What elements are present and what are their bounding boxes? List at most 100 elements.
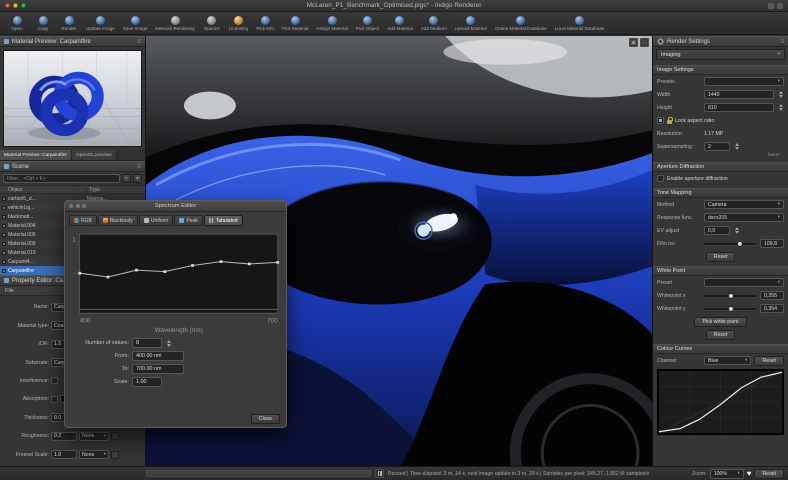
panel-menu-icon[interactable]: ≡ xyxy=(137,39,141,45)
num-values-field[interactable]: 8 xyxy=(132,338,162,348)
expand-panel-icon[interactable]: □ xyxy=(640,38,649,47)
minimize-window-button[interactable] xyxy=(13,3,18,8)
tonemap-reset-button[interactable]: Reset xyxy=(706,252,736,262)
pause-button[interactable] xyxy=(375,469,384,478)
whitepoint-preset-select[interactable]: ▾ xyxy=(704,278,784,287)
scene-filter-input[interactable]: Filter... <Ctrl + F> xyxy=(3,174,120,183)
toolbar-local-material-database[interactable]: Local Material Database xyxy=(551,12,609,34)
texture-map-button[interactable] xyxy=(111,451,119,459)
tab-rgb[interactable]: RGB xyxy=(69,215,97,226)
toolbar-online-material-database[interactable]: Online Material Database xyxy=(491,12,551,34)
film-iso-slider[interactable] xyxy=(704,239,757,249)
toolbar-add-material[interactable]: Add Material xyxy=(383,12,417,34)
close-button[interactable]: Close xyxy=(251,414,280,424)
lock-aspect-checkbox[interactable] xyxy=(657,117,664,124)
fresnel-scale-field[interactable]: 1.0 xyxy=(51,450,77,459)
dialog-titlebar[interactable]: Spectrum Editor xyxy=(65,201,286,212)
supersampling-stepper[interactable] xyxy=(733,142,740,152)
zoom-reset-button[interactable]: Reset xyxy=(754,469,784,479)
titlebar-status-icons xyxy=(768,3,783,9)
method-label: Method xyxy=(657,202,701,208)
maximize-window-button[interactable] xyxy=(21,3,26,8)
panel-menu-icon[interactable]: ≡ xyxy=(137,164,141,170)
property-row: Fresnel Scale: 1.0 None ▾ xyxy=(3,448,142,461)
tab-blackbody[interactable]: Blackbody xyxy=(98,215,138,226)
whitepoint-preset-label: Preset xyxy=(657,280,701,286)
chevron-down-icon: ▾ xyxy=(776,202,780,207)
film-iso-value[interactable]: 109,8 xyxy=(760,239,784,248)
filter-clear-button[interactable]: × xyxy=(122,174,131,183)
tab-material-preview[interactable]: Material Preview: Carpaintfire xyxy=(0,150,72,160)
zoom-label: Zoom: xyxy=(692,471,707,477)
to-field[interactable]: 700.00 nm xyxy=(132,364,184,374)
from-field[interactable]: 400.00 nm xyxy=(132,351,184,361)
zoom-value: 100% xyxy=(714,471,727,477)
colour-curve-graph[interactable] xyxy=(657,369,784,435)
method-select[interactable]: Camera ▾ xyxy=(704,200,784,209)
toolbar-network-rendering[interactable]: Network Rendering xyxy=(151,12,198,34)
toolbar-upload-material[interactable]: Upload Material xyxy=(451,12,491,34)
curves-reset-button[interactable]: Reset xyxy=(754,356,784,366)
response-func-select[interactable]: dscs315 ▾ xyxy=(704,213,784,222)
fresnel-mode-select[interactable]: None ▾ xyxy=(79,450,109,459)
toolbar-save-image[interactable]: Save Image xyxy=(119,12,152,34)
dialog-close-icon[interactable] xyxy=(69,204,73,208)
width-stepper[interactable] xyxy=(777,90,784,100)
spectrum-graph[interactable]: 1 400 700 Wavelength (nm) xyxy=(69,230,282,334)
supersampling-field[interactable]: 2 xyxy=(704,142,730,151)
pick-white-point-button[interactable]: Pick white point xyxy=(694,317,746,327)
dock-panel-icon[interactable]: ▣ xyxy=(629,38,638,47)
whitepoint-y-value[interactable]: 0,354 xyxy=(760,304,784,313)
enable-aperture-checkbox[interactable] xyxy=(657,175,664,182)
settings-mode-select[interactable]: Imaging ▾ xyxy=(656,49,785,60)
whitepoint-x-slider[interactable] xyxy=(704,291,757,301)
filter-options-button[interactable]: ▾ xyxy=(133,174,142,183)
height-stepper[interactable] xyxy=(777,103,784,113)
width-field[interactable]: 1440 xyxy=(704,90,774,99)
toolbar-copy[interactable]: Copy xyxy=(30,12,56,34)
absorption-checkbox[interactable] xyxy=(51,396,58,403)
tab-tabulated[interactable]: Tabulated xyxy=(204,215,243,226)
toolbar-open[interactable]: Open xyxy=(4,12,30,34)
toolbar-options[interactable]: Options xyxy=(199,12,225,34)
tab-uniform[interactable]: Uniform xyxy=(139,215,174,226)
column-type[interactable]: Type xyxy=(86,187,145,193)
roughness-field[interactable]: 0.2 xyxy=(51,432,77,441)
whitepoint-y-slider[interactable] xyxy=(704,304,757,314)
toolbar-add-medium[interactable]: Add Medium xyxy=(417,12,451,34)
height-field[interactable]: 810 xyxy=(704,103,774,112)
open-icon xyxy=(13,16,22,25)
whitepoint-x-value[interactable]: 0,355 xyxy=(760,291,784,300)
toolbar-render[interactable]: Render xyxy=(56,12,82,34)
interference-checkbox[interactable] xyxy=(51,377,58,384)
section-image-settings: Image Settings xyxy=(653,65,788,75)
toolbar-update-image[interactable]: Update Image xyxy=(82,12,119,34)
toolbar-licensing[interactable]: Licensing xyxy=(225,12,252,34)
ev-adjust-field[interactable]: 0,0 xyxy=(704,226,730,235)
roughness-mode-select[interactable]: None ▾ xyxy=(79,432,109,441)
supersampling-label: Supersampling: xyxy=(657,144,701,150)
presets-select[interactable]: ▾ xyxy=(704,77,784,86)
toolbar-assign-material[interactable]: Assign Material xyxy=(312,12,351,34)
texture-map-button[interactable] xyxy=(111,432,119,440)
toolbar-pick-material[interactable]: Pick Material xyxy=(278,12,312,34)
close-window-button[interactable] xyxy=(5,3,10,8)
scene-title: Scene xyxy=(12,164,29,170)
dialog-minimize-icon[interactable] xyxy=(76,204,80,208)
whitepoint-reset-button[interactable]: Reset xyxy=(706,330,736,340)
ev-adjust-stepper[interactable] xyxy=(733,226,740,236)
dialog-footer: Close xyxy=(65,411,286,427)
spectrum-editor-dialog[interactable]: Spectrum Editor RGB Blackbody Uniform Pe… xyxy=(64,200,287,428)
num-values-stepper[interactable] xyxy=(165,338,172,348)
panel-menu-icon[interactable]: ≡ xyxy=(780,39,784,45)
tab-peak[interactable]: Peak xyxy=(174,215,202,226)
scale-row: Scale: 1.00 xyxy=(71,377,280,387)
toolbar-pick-object[interactable]: Pick Object xyxy=(352,12,383,34)
channel-select[interactable]: Blue ▾ xyxy=(704,356,751,365)
zoom-select[interactable]: 100% ▾ xyxy=(710,469,744,479)
scale-field[interactable]: 1.00 xyxy=(132,377,162,387)
toolbar-pick-info[interactable]: Pick Info xyxy=(252,12,278,34)
tab-opengl-preview[interactable]: OpenGL preview xyxy=(72,150,117,160)
dialog-zoom-icon[interactable] xyxy=(82,204,86,208)
column-object[interactable]: Object xyxy=(0,187,86,193)
